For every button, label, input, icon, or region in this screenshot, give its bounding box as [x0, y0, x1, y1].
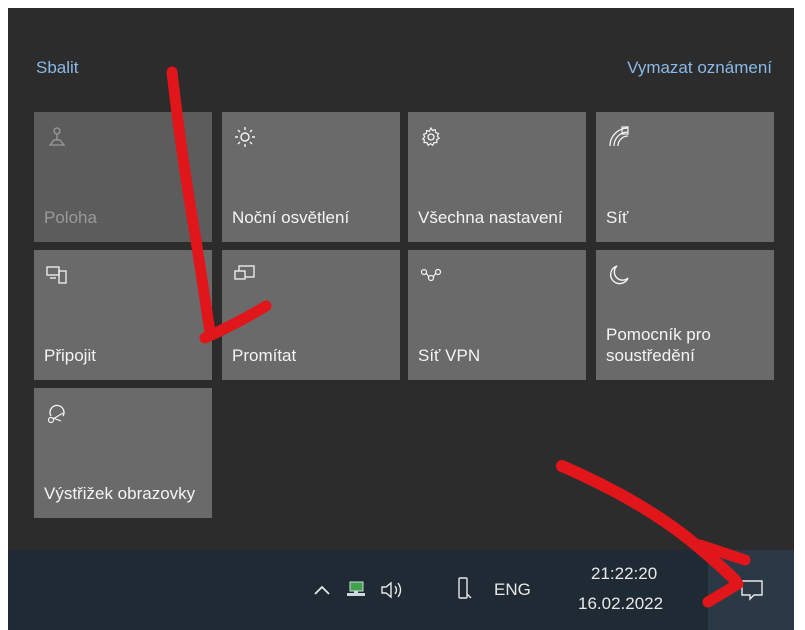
tile-night-light[interactable]: Noční osvětlení	[222, 112, 400, 242]
project-icon	[234, 265, 255, 280]
action-center-panel: Sbalit Vymazat oznámení Poloha Noční osv…	[8, 8, 794, 550]
tile-label: Síť	[606, 208, 629, 227]
network-icon	[609, 126, 629, 147]
tile-label: Připojit	[44, 346, 96, 365]
tile-label: Pomocník pro soustředění	[606, 325, 711, 365]
language-indicator[interactable]: ENG	[494, 580, 531, 600]
tile-label: Všechna nastavení	[418, 208, 563, 227]
tile-project[interactable]: Promítat	[222, 250, 400, 380]
snip-icon	[47, 404, 65, 424]
tile-location[interactable]: Poloha	[34, 112, 212, 242]
vpn-icon	[420, 268, 442, 282]
tile-label: Poloha	[44, 208, 97, 227]
tile-focus-assist[interactable]: Pomocník pro soustředění	[596, 250, 774, 380]
chevron-up-icon[interactable]	[313, 584, 331, 596]
taskbar-edge	[794, 550, 805, 630]
tile-all-settings[interactable]: Všechna nastavení	[408, 112, 586, 242]
tile-connect[interactable]: Připojit	[34, 250, 212, 380]
tile-label: Výstřižek obrazovky	[44, 484, 196, 503]
location-icon	[48, 127, 66, 146]
notification-button[interactable]	[708, 550, 794, 630]
tile-screen-snip[interactable]: Výstřižek obrazovky	[34, 388, 212, 518]
clear-notifications-link[interactable]: Vymazat oznámení	[627, 58, 772, 78]
tile-label: Síť VPN	[418, 346, 481, 365]
moon-icon	[609, 265, 629, 285]
brightness-icon	[235, 127, 255, 147]
taskbar: ENG 21:22:20 16.02.2022	[8, 550, 794, 630]
connect-icon	[46, 266, 67, 284]
clock-date[interactable]: 16.02.2022	[578, 594, 663, 614]
usb-icon[interactable]	[456, 576, 474, 602]
collapse-link[interactable]: Sbalit	[36, 58, 79, 78]
tile-label: Noční osvětlení	[232, 208, 350, 227]
clock-time[interactable]: 21:22:20	[591, 564, 657, 584]
notification-icon	[741, 580, 763, 601]
tile-network[interactable]: Síť	[596, 112, 774, 242]
network-monitor-icon[interactable]	[344, 580, 368, 600]
gear-icon	[421, 126, 441, 147]
tile-label: Promítat	[232, 346, 297, 365]
tile-vpn[interactable]: Síť VPN	[408, 250, 586, 380]
speaker-icon[interactable]	[380, 580, 406, 600]
